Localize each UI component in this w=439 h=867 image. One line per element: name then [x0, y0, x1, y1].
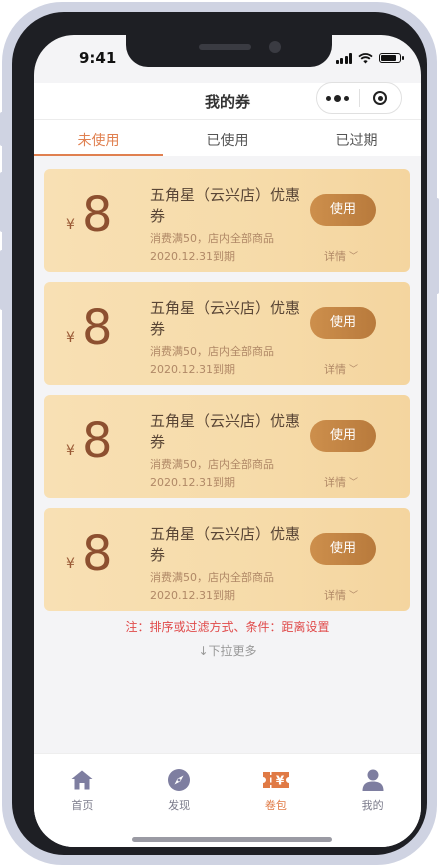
app-screen: 9:41 我的券 未使用 已使用 已过期 ¥ 8 五角星（云兴店）优惠券 消费满…: [34, 35, 421, 847]
compass-icon: [168, 769, 191, 791]
tab-expired[interactable]: 已过期: [292, 120, 421, 156]
use-coupon-button[interactable]: 使用: [310, 194, 376, 226]
tabbar-item-home[interactable]: 首页: [34, 754, 131, 847]
miniprogram-capsule: [316, 82, 402, 114]
wifi-icon: [358, 52, 373, 63]
coupon-condition: 消费满50，店内全部商品: [150, 345, 274, 358]
coupon-expiry: 2020.12.31到期: [150, 250, 235, 263]
coupon-name: 五角星（云兴店）优惠券: [150, 412, 301, 451]
status-time: 9:41: [79, 49, 117, 67]
coupon-condition: 消费满50，店内全部商品: [150, 232, 274, 245]
coupon-amount: 8: [82, 526, 113, 582]
more-dots-icon[interactable]: [317, 94, 359, 102]
coupon-card[interactable]: ¥ 8 五角星（云兴店）优惠券 消费满50，店内全部商品 2020.12.31到…: [44, 282, 410, 385]
status-icons: [335, 51, 404, 65]
coupon-details-link[interactable]: 详情 ﹀: [324, 361, 358, 377]
coupon-condition: 消费满50，店内全部商品: [150, 458, 274, 471]
coupon-details-link[interactable]: 详情 ﹀: [324, 474, 358, 490]
tab-used[interactable]: 已使用: [163, 120, 292, 156]
volume-down-button: [0, 250, 4, 310]
details-label: 详情: [324, 250, 346, 263]
chevron-down-icon: ﹀: [349, 252, 359, 262]
coupon-details-link[interactable]: 详情 ﹀: [324, 587, 358, 603]
phone-bezel: 9:41 我的券 未使用 已使用 已过期 ¥ 8 五角星（云兴店）优惠券 消费满…: [12, 12, 427, 855]
coupon-status-tabs: 未使用 已使用 已过期: [34, 119, 421, 156]
coupon-expiry: 2020.12.31到期: [150, 476, 235, 489]
close-circle-icon[interactable]: [359, 91, 401, 105]
coupon-amount: 8: [82, 187, 113, 243]
user-icon: [362, 769, 384, 791]
navigation-bar: 我的券: [34, 82, 421, 119]
home-icon: [71, 770, 93, 790]
svg-text:¥: ¥: [276, 774, 285, 788]
coupon-card[interactable]: ¥ 8 五角星（云兴店）优惠券 消费满50，店内全部商品 2020.12.31到…: [44, 395, 410, 498]
coupon-expiry: 2020.12.31到期: [150, 363, 235, 376]
details-label: 详情: [324, 363, 346, 376]
front-camera: [269, 41, 281, 53]
use-coupon-button[interactable]: 使用: [310, 307, 376, 339]
coupon-name: 五角星（云兴店）优惠券: [150, 186, 301, 225]
tab-unused[interactable]: 未使用: [34, 120, 163, 156]
coupon-expiry: 2020.12.31到期: [150, 589, 235, 602]
details-label: 详情: [324, 589, 346, 602]
home-indicator: [132, 837, 332, 842]
chevron-down-icon: ﹀: [349, 478, 359, 488]
power-button: [435, 198, 439, 294]
battery-icon: [379, 53, 404, 63]
coupon-list: ¥ 8 五角星（云兴店）优惠券 消费满50，店内全部商品 2020.12.31到…: [44, 169, 410, 621]
coupon-name: 五角星（云兴店）优惠券: [150, 525, 301, 564]
tabbar-item-discover[interactable]: 发现: [131, 754, 228, 847]
coupon-card[interactable]: ¥ 8 五角星（云兴店）优惠券 消费满50，店内全部商品 2020.12.31到…: [44, 508, 410, 611]
chevron-down-icon: ﹀: [349, 365, 359, 375]
chevron-down-icon: ﹀: [349, 591, 359, 601]
coupon-condition: 消费满50，店内全部商品: [150, 571, 274, 584]
tabbar-label: 首页: [71, 799, 94, 812]
tabbar-label: 发现: [168, 799, 191, 812]
device-notch: [126, 35, 332, 67]
coupon-amount: 8: [82, 413, 113, 469]
currency-symbol: ¥: [66, 217, 75, 233]
coupon-amount: 8: [82, 300, 113, 356]
use-coupon-button[interactable]: 使用: [310, 533, 376, 565]
signal-icon: [335, 52, 352, 64]
phone-frame: 9:41 我的券 未使用 已使用 已过期 ¥ 8 五角星（云兴店）优惠券 消费满…: [0, 2, 439, 865]
tabbar-label: 我的: [361, 799, 384, 812]
sort-filter-note: 注：排序或过滤方式、条件：距离设置: [125, 620, 330, 634]
pull-to-load-more[interactable]: ↓下拉更多: [34, 642, 421, 659]
tabbar-label: 卷包: [264, 799, 287, 812]
currency-symbol: ¥: [66, 556, 75, 572]
coupon-details-link[interactable]: 详情 ﹀: [324, 248, 358, 264]
tabbar-item-mine[interactable]: 我的: [324, 754, 421, 847]
coupon-name: 五角星（云兴店）优惠券: [150, 299, 301, 338]
details-label: 详情: [324, 476, 346, 489]
volume-up-button: [0, 172, 4, 232]
silent-switch: [0, 112, 4, 146]
currency-symbol: ¥: [66, 443, 75, 459]
currency-symbol: ¥: [66, 330, 75, 346]
tabbar-item-coupons[interactable]: ¥ 卷包: [228, 754, 325, 847]
coupon-ticket-icon: ¥: [262, 772, 289, 788]
speaker-grille: [199, 44, 251, 50]
coupon-card[interactable]: ¥ 8 五角星（云兴店）优惠券 消费满50，店内全部商品 2020.12.31到…: [44, 169, 410, 272]
bottom-tab-bar: 首页 发现 ¥ 卷包 我的: [34, 753, 421, 847]
use-coupon-button[interactable]: 使用: [310, 420, 376, 452]
